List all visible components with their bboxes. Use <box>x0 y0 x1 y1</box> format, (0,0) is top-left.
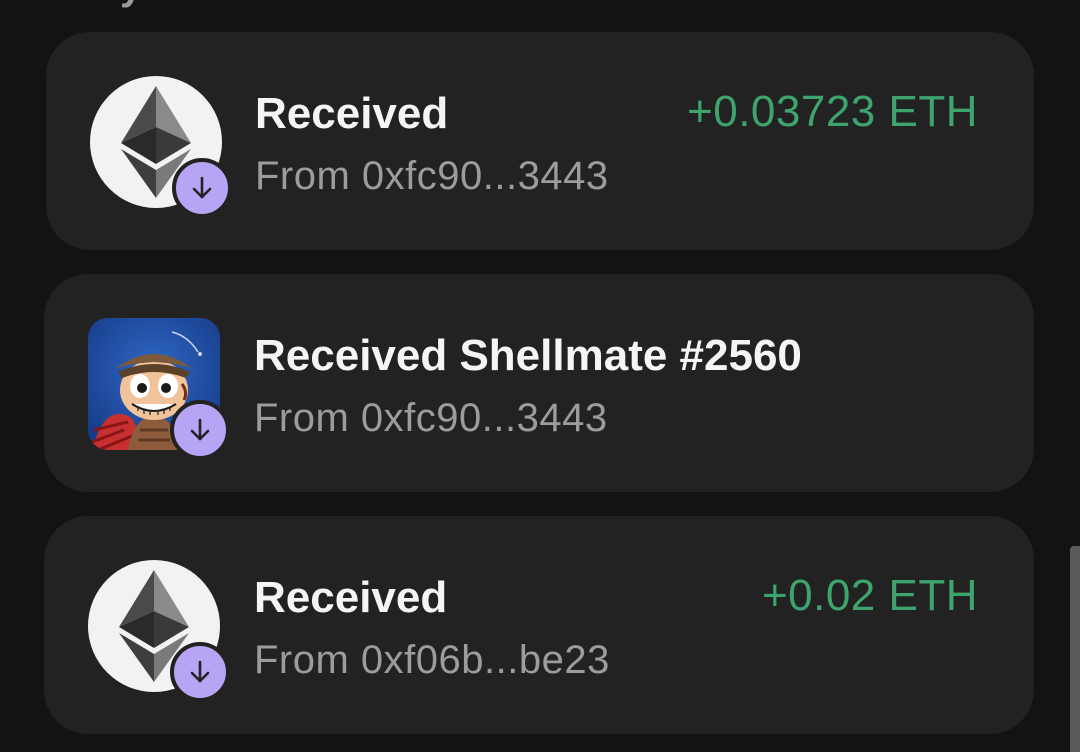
transaction-amount: +0.02 ETH <box>761 571 978 620</box>
transaction-title: Received <box>255 89 449 138</box>
transaction-amount: +0.03723 ETH <box>687 87 978 136</box>
arrow-down-icon <box>172 158 232 218</box>
transaction-title: Received Shellmate #2560 <box>254 331 802 380</box>
scrollbar[interactable] <box>1070 546 1080 752</box>
arrow-down-icon <box>170 400 230 460</box>
transaction-sender: From 0xfc90...3443 <box>254 396 608 440</box>
transaction-row[interactable]: Received From 0xf06b...be23 +0.02 ETH <box>44 516 1034 734</box>
arrow-down-icon <box>170 642 230 702</box>
activity-screen: y Received From 0xfc90...3443 +0.03723 E… <box>0 0 1080 752</box>
transaction-sender: From 0xfc90...3443 <box>255 154 609 198</box>
transaction-row[interactable]: Received Shellmate #2560 From 0xfc90...3… <box>44 274 1034 492</box>
transaction-title: Received <box>254 573 448 622</box>
transaction-row[interactable]: Received From 0xfc90...3443 +0.03723 ETH <box>46 32 1034 250</box>
transaction-sender: From 0xf06b...be23 <box>254 638 610 682</box>
section-title-partial: y <box>120 0 142 6</box>
